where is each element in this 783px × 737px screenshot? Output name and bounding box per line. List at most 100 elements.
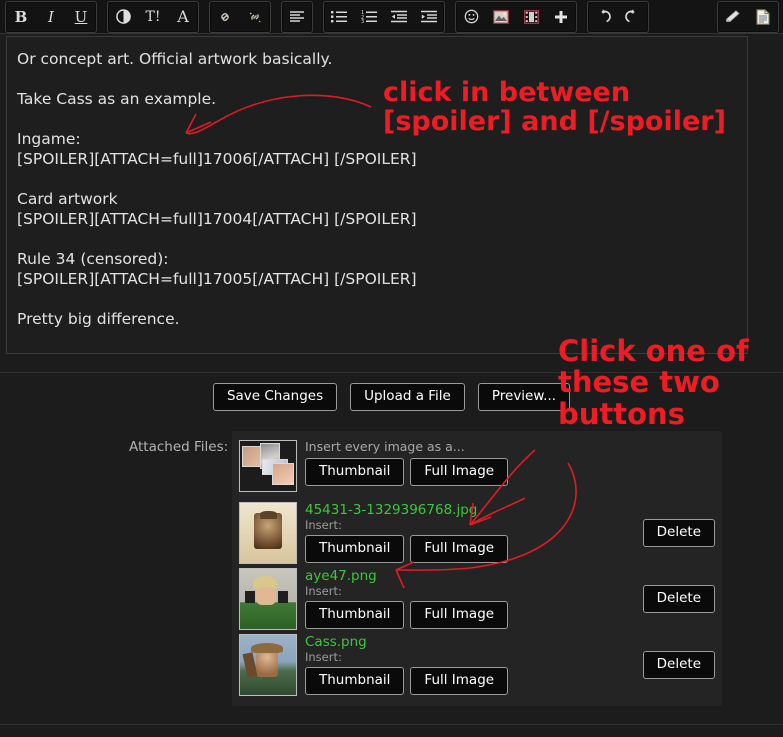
indent-icon[interactable] xyxy=(414,3,444,31)
insert-buttons: Thumbnail Full Image xyxy=(305,535,633,563)
italic-icon[interactable]: I xyxy=(36,3,66,31)
attached-files-panel: Insert every image as a... Thumbnail Ful… xyxy=(232,431,722,706)
unlink-icon[interactable] xyxy=(240,3,270,31)
toolbar-group-format: B I U xyxy=(5,0,97,33)
align-left-icon[interactable] xyxy=(282,3,312,31)
insert-buttons: Thumbnail Full Image xyxy=(305,458,705,486)
insert-thumbnail-button[interactable]: Thumbnail xyxy=(305,535,405,563)
attachment-thumbnail-collage xyxy=(239,440,297,492)
editor-line: [SPOILER][ATTACH=full]17005[/ATTACH] [/S… xyxy=(17,270,417,288)
smiley-glyph xyxy=(464,9,479,24)
editor-line: Or concept art. Official artwork basical… xyxy=(17,50,333,68)
collage-glyph xyxy=(240,441,296,491)
attachment-row-body: Insert every image as a... Thumbnail Ful… xyxy=(305,440,705,486)
more-options-icon[interactable] xyxy=(546,3,576,31)
save-changes-button[interactable]: Save Changes xyxy=(212,383,338,411)
editor-line: [SPOILER][ATTACH=full]17006[/ATTACH] [/S… xyxy=(17,150,417,168)
undo-arrow-glyph xyxy=(595,9,611,24)
eraser-glyph xyxy=(725,9,741,24)
insert-full-image-button[interactable]: Full Image xyxy=(410,667,509,695)
insert-thumbnail-button[interactable]: Thumbnail xyxy=(305,601,405,629)
numbered-list-glyph: 123 xyxy=(361,10,378,23)
attachment-row-body: aye47.png Insert: Thumbnail Full Image xyxy=(305,568,633,629)
attachment-row-all: Insert every image as a... Thumbnail Ful… xyxy=(239,438,715,500)
font-size-icon[interactable]: T! xyxy=(138,3,168,31)
insert-label: Insert: xyxy=(305,518,342,532)
redo-arrow-glyph xyxy=(625,9,641,24)
delete-attachment-button[interactable]: Delete xyxy=(642,519,715,547)
undo-icon[interactable] xyxy=(588,3,618,31)
thumb-art-hat xyxy=(260,511,277,519)
editor-line: Card artwork xyxy=(17,190,118,208)
remove-formatting-icon[interactable] xyxy=(718,3,748,31)
delete-slot: Delete xyxy=(633,651,715,679)
toolbar-group-tools xyxy=(717,0,779,33)
editor-line xyxy=(17,169,737,189)
bullet-list-glyph xyxy=(330,10,348,23)
delete-slot: Delete xyxy=(633,519,715,547)
section-divider-bottom xyxy=(0,724,783,725)
toolbar-group-align xyxy=(281,0,313,33)
insert-all-thumbnail-button[interactable]: Thumbnail xyxy=(305,458,405,486)
smiley-icon[interactable] xyxy=(456,3,486,31)
editor-line xyxy=(17,109,737,129)
editor-line xyxy=(17,229,737,249)
editor-line xyxy=(17,69,737,89)
source-view-icon[interactable] xyxy=(748,3,778,31)
insert-all-label: Insert every image as a... xyxy=(305,439,465,454)
insert-full-image-button[interactable]: Full Image xyxy=(410,535,509,563)
delete-attachment-button[interactable]: Delete xyxy=(642,585,715,613)
editor-line: [SPOILER][ATTACH=full]17004[/ATTACH] [/S… xyxy=(17,210,417,228)
insert-label: Insert: xyxy=(305,650,342,664)
editor-line: Rule 34 (censored): xyxy=(17,250,169,268)
attached-files-label: Attached Files: xyxy=(129,439,229,455)
toolbar-group-history xyxy=(587,0,649,33)
image-glyph xyxy=(493,9,509,24)
attachment-row: 45431-3-1329396768.jpg Insert: Thumbnail… xyxy=(239,500,715,566)
attachment-row-body: Cass.png Insert: Thumbnail Full Image xyxy=(305,634,633,695)
insert-video-icon[interactable] xyxy=(516,3,546,31)
editor-line: Ingame: xyxy=(17,130,81,148)
insert-full-image-button[interactable]: Full Image xyxy=(410,601,509,629)
font-family-icon[interactable]: A xyxy=(168,3,198,31)
toolbar-group-style: T! A xyxy=(107,0,199,33)
toolbar-group-link xyxy=(209,0,271,33)
text-color-icon[interactable] xyxy=(108,3,138,31)
document-glyph xyxy=(756,8,770,25)
thumb-art-body xyxy=(256,587,276,605)
bold-icon[interactable]: B xyxy=(6,3,36,31)
thumb-art-figure xyxy=(256,649,278,677)
half-circle-glyph xyxy=(115,9,131,24)
link-icon[interactable] xyxy=(210,3,240,31)
svg-text:3: 3 xyxy=(361,19,364,23)
editor-line: Take Cass as an example. xyxy=(17,90,217,108)
broken-chain-glyph xyxy=(247,9,263,25)
upload-a-file-button[interactable]: Upload a File xyxy=(350,383,465,411)
outdent-icon[interactable] xyxy=(384,3,414,31)
post-editor-page: B I U T! A 1 2 3 Or concept art. Officia… xyxy=(0,0,783,737)
post-body-editor[interactable]: Or concept art. Official artwork basical… xyxy=(6,36,748,354)
thumb-art-hat xyxy=(251,643,283,653)
attachment-filename: aye47.png xyxy=(305,568,377,584)
thumb-art-glove-right xyxy=(278,591,288,603)
film-glyph xyxy=(523,9,539,24)
section-divider-top xyxy=(0,372,783,373)
align-lines-glyph xyxy=(289,10,305,23)
delete-slot: Delete xyxy=(633,585,715,613)
underline-icon[interactable]: U xyxy=(66,3,96,31)
insert-thumbnail-button[interactable]: Thumbnail xyxy=(305,667,405,695)
attachment-row: Cass.png Insert: Thumbnail Full Image De… xyxy=(239,632,715,698)
redo-icon[interactable] xyxy=(618,3,648,31)
thumb-art-glove-left xyxy=(245,591,255,603)
toolbar-group-lists: 123 xyxy=(323,0,445,33)
numbered-list-icon[interactable]: 123 xyxy=(354,3,384,31)
bullet-list-icon[interactable] xyxy=(324,3,354,31)
delete-attachment-button[interactable]: Delete xyxy=(642,651,715,679)
plus-glyph xyxy=(554,10,568,24)
toolbar-group-media xyxy=(455,0,577,33)
chain-glyph xyxy=(217,9,233,25)
form-actions: Save Changes Upload a File Preview... xyxy=(0,383,783,411)
preview-button[interactable]: Preview... xyxy=(477,383,571,411)
insert-all-full-image-button[interactable]: Full Image xyxy=(410,458,509,486)
insert-image-icon[interactable] xyxy=(486,3,516,31)
